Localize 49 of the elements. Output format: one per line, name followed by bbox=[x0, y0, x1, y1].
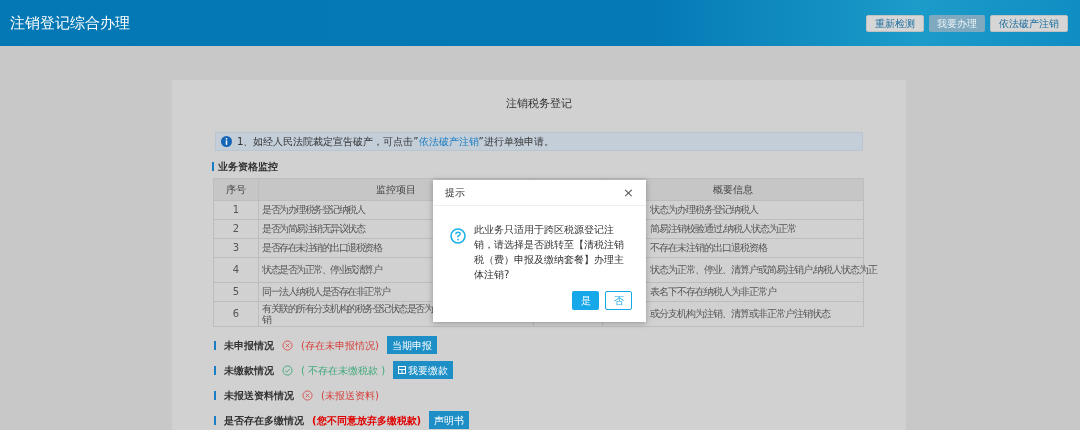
table-cell-text: 状态是否为正常、停业或清算户 bbox=[262, 264, 381, 275]
check-circle-icon bbox=[282, 364, 293, 376]
table-cell-text: 或分支机构为注销、清算或非正常户注销状态 bbox=[650, 308, 830, 319]
action-button[interactable]: 当期申报 bbox=[386, 336, 437, 354]
table-cell: 5 bbox=[213, 282, 259, 301]
cancel-button[interactable]: 否 bbox=[605, 291, 632, 310]
table-cell: 2 bbox=[213, 219, 259, 238]
table-cell-text: 是否为办理税务登记纳税人 bbox=[262, 204, 364, 215]
close-button[interactable]: × bbox=[623, 186, 634, 199]
calculator-icon bbox=[398, 366, 407, 374]
form-title: 注销税务登记 bbox=[506, 96, 572, 112]
table-cell-text: 同一法人纳税人是否存在非正常户 bbox=[262, 286, 390, 297]
check-status: (您不同意放弃多缴税款) bbox=[312, 413, 422, 428]
check-status: (存在未申报情况) bbox=[301, 338, 379, 353]
table-cell-text: 有关联的所有分支机构的税务登记状态是否为 bbox=[262, 302, 432, 314]
bankruptcy-link[interactable]: 依法破产注销 bbox=[418, 135, 479, 147]
action-button[interactable]: 声明书 bbox=[429, 411, 470, 429]
confirm-button[interactable]: 是 bbox=[572, 291, 599, 310]
check-status: ( 不存在未缴税款 ) bbox=[301, 363, 386, 378]
info-icon bbox=[221, 135, 232, 147]
column-header: 序号 bbox=[213, 178, 259, 200]
notice-text: 1、如经人民法院裁定宣告破产，可点击”依法破产注销”进行单独申请。 bbox=[237, 134, 554, 149]
table-cell: 3 bbox=[213, 238, 259, 257]
error-circle-icon bbox=[282, 339, 293, 351]
check-label: 是否存在多缴情况 bbox=[224, 413, 304, 428]
dialog-title: 提示 bbox=[445, 186, 465, 200]
action-button[interactable]: 我要缴款 bbox=[393, 361, 454, 379]
table-cell: 1 bbox=[213, 200, 259, 219]
check-label: 未缴款情况 bbox=[224, 363, 274, 378]
question-icon bbox=[450, 228, 466, 244]
check-label: 未报送资料情况 bbox=[224, 388, 294, 403]
table-cell: 4 bbox=[213, 257, 259, 282]
section-title: 业务资格监控 bbox=[218, 159, 278, 174]
table-cell-text: 表名下不存在纳税人为非正常户 bbox=[650, 286, 776, 297]
page-title: 注销登记综合办理 bbox=[10, 12, 130, 34]
dialog-message: 此业务只适用于跨区税源登记注销，请选择是否跳转至【清税注销税（费）申报及缴纳套餐】办理主体注销? bbox=[474, 223, 625, 282]
check-status: (未报送资料) bbox=[321, 388, 379, 403]
error-circle-icon bbox=[302, 389, 313, 401]
table-cell-text: 销 bbox=[262, 313, 271, 325]
table-cell-text: 状态为办理税务登记纳税人 bbox=[650, 204, 758, 215]
table-cell-text: 状态为正常、停业、清算户或简易注销户,纳税人状态为正 bbox=[650, 264, 878, 275]
table-cell-text: 简易注销校验通过,纳税人状态为正常 bbox=[650, 223, 797, 234]
table-cell-text: 不存在未注销的出口退税资格 bbox=[650, 242, 767, 253]
header-button[interactable]: 重新检测 bbox=[866, 14, 924, 32]
table-cell: 6 bbox=[213, 301, 259, 326]
check-label: 未申报情况 bbox=[224, 338, 274, 353]
table-cell-text: 是否为简易注销无异议状态 bbox=[262, 223, 364, 234]
header-button[interactable]: 依法破产注销 bbox=[990, 14, 1068, 32]
table-cell-text: 是否存在未注销的出口退税资格 bbox=[262, 242, 381, 253]
